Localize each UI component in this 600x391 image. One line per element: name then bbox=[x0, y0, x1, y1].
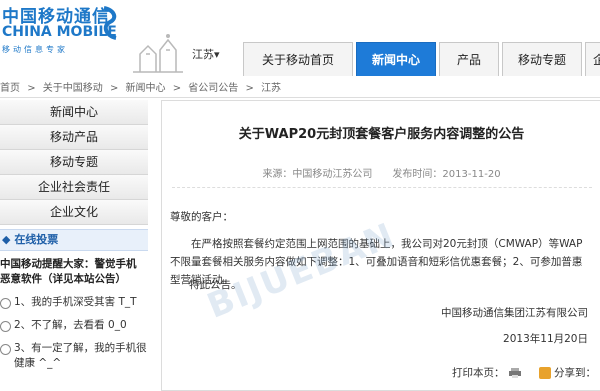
vote-question: 中国移动提醒大家：警觉手机恶意软件（详见本站公告） bbox=[0, 258, 137, 285]
vote-option-label: 3、有一定了解，我的手机很健康 ^_^ bbox=[14, 342, 147, 369]
article-meta: 来源：中国移动江苏公司 发布时间：2013-11-20 bbox=[262, 169, 501, 180]
breadcrumb: 首页 > 关于中国移动 > 新闻中心 > 省公司公告 > 江苏 bbox=[0, 80, 600, 98]
landmark-icon bbox=[133, 34, 183, 73]
vote-title: 在线投票 bbox=[14, 233, 59, 246]
sidebar: 新闻中心 移动产品 移动专题 企业社会责任 企业文化 ◆ 在线投票 中国移动提醒… bbox=[0, 100, 148, 375]
breadcrumb-jiangsu: 江苏 bbox=[261, 83, 282, 94]
vote-option[interactable]: 3、有一定了解，我的手机很健康 ^_^ bbox=[0, 337, 148, 375]
vote-option-label: 1、我的手机深受其害 T_T bbox=[14, 296, 137, 308]
vote-option[interactable]: 1、我的手机深受其害 T_T bbox=[0, 291, 148, 314]
share-label[interactable]: 分享到： bbox=[554, 365, 596, 380]
vote-radio[interactable] bbox=[0, 298, 11, 309]
breadcrumb-sep: > bbox=[245, 83, 254, 94]
article-date: 2013年11月20日 bbox=[503, 333, 588, 345]
vote-icon: ◆ bbox=[2, 233, 11, 246]
breadcrumb-home[interactable]: 首页 bbox=[0, 83, 20, 94]
printer-icon[interactable] bbox=[508, 367, 521, 378]
article-greeting: 尊敬的客户： bbox=[170, 211, 233, 223]
vote-header: ◆ 在线投票 bbox=[0, 229, 148, 251]
article-notice: 特此公告。 bbox=[189, 279, 242, 291]
print-page[interactable]: 打印本页： bbox=[452, 365, 521, 380]
main-nav: 关于移动首页 新闻中心 产品 移动专题 企业 bbox=[243, 42, 600, 76]
article-panel: 关于WAP20元封顶套餐客户服务内容调整的公告 来源：中国移动江苏公司 发布时间… bbox=[161, 100, 600, 391]
breadcrumb-about[interactable]: 关于中国移动 bbox=[43, 83, 103, 94]
breadcrumb-sep: > bbox=[27, 83, 36, 94]
breadcrumb-sep: > bbox=[109, 83, 119, 94]
sidebar-item-mobile-topics[interactable]: 移动专题 bbox=[0, 150, 148, 175]
breadcrumb-province-notice[interactable]: 省公司公告 bbox=[188, 83, 238, 94]
print-label[interactable]: 打印本页： bbox=[452, 365, 505, 380]
sidebar-item-csr[interactable]: 企业社会责任 bbox=[0, 175, 148, 200]
sidebar-item-mobile-products[interactable]: 移动产品 bbox=[0, 125, 148, 150]
sidebar-item-culture[interactable]: 企业文化 bbox=[0, 200, 148, 225]
nav-item-news-center[interactable]: 新闻中心 bbox=[356, 42, 436, 76]
vote-option-label: 2、不了解，去看看 0_0 bbox=[14, 319, 127, 331]
vote-radio[interactable] bbox=[0, 344, 11, 355]
breadcrumb-news[interactable]: 新闻中心 bbox=[126, 83, 166, 94]
vote-radio[interactable] bbox=[0, 321, 11, 332]
article-signer: 中国移动通信集团江苏有限公司 bbox=[441, 307, 588, 319]
logo-text-en[interactable]: CHINA MOBILE bbox=[2, 24, 117, 40]
site-header: 中国移动通信 CHINA MOBILE 移动信息专家 江苏▾ 关于移动首页 新闻… bbox=[0, 0, 600, 80]
breadcrumb-sep: > bbox=[172, 83, 182, 94]
logo-slogan: 移动信息专家 bbox=[2, 45, 68, 54]
share-to[interactable]: 分享到： bbox=[539, 365, 596, 380]
nav-item-company[interactable]: 企业 bbox=[585, 42, 600, 76]
article-title: 关于WAP20元封顶套餐客户服务内容调整的公告 bbox=[238, 127, 525, 142]
vote-option[interactable]: 2、不了解，去看看 0_0 bbox=[0, 314, 148, 337]
sidebar-item-news-center[interactable]: 新闻中心 bbox=[0, 100, 148, 125]
nav-item-about-home[interactable]: 关于移动首页 bbox=[243, 42, 353, 76]
province-selector[interactable]: 江苏▾ bbox=[192, 46, 220, 62]
nav-item-topics[interactable]: 移动专题 bbox=[502, 42, 582, 76]
nav-item-products[interactable]: 产品 bbox=[439, 42, 499, 76]
divider bbox=[172, 187, 592, 188]
share-icon[interactable] bbox=[539, 366, 551, 379]
